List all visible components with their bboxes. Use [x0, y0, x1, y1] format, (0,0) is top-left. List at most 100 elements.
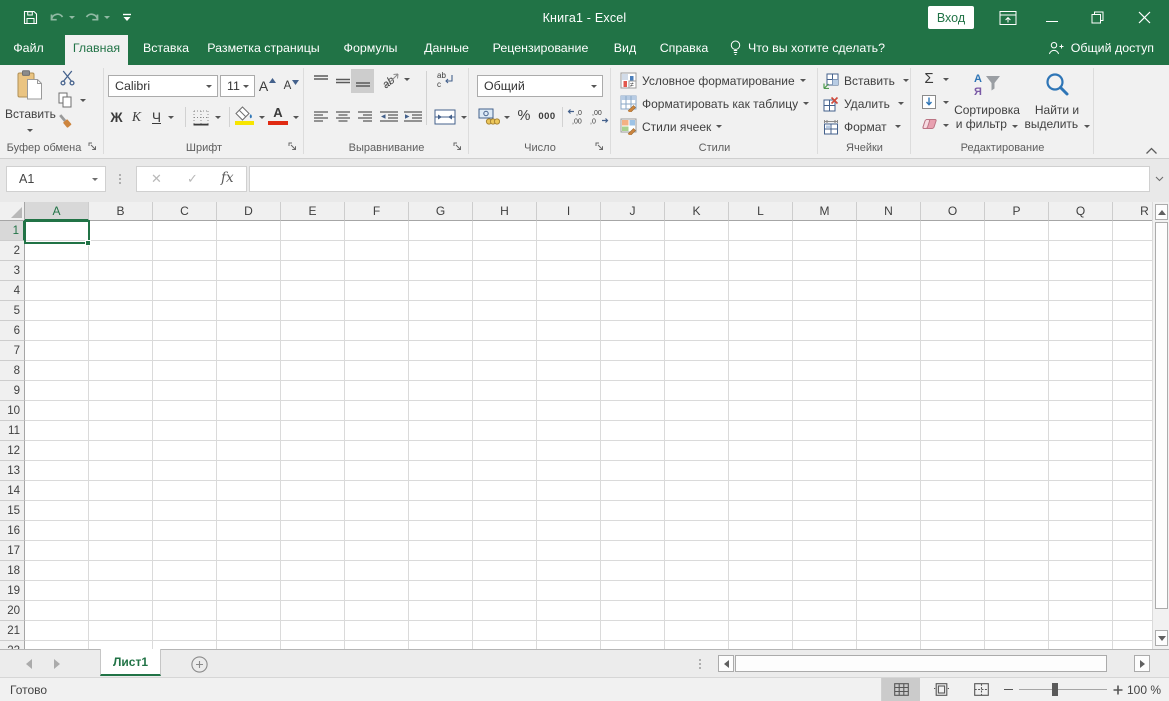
hscroll-left-button[interactable]: [718, 655, 734, 672]
insert-function-button[interactable]: fx: [221, 170, 234, 186]
grow-font-button[interactable]: А: [256, 75, 279, 97]
collapse-ribbon-button[interactable]: [1141, 143, 1161, 159]
align-middle-button[interactable]: [333, 70, 353, 92]
tab-view[interactable]: Вид: [600, 35, 650, 61]
tab-page-layout[interactable]: Разметка страницы: [198, 35, 329, 61]
align-right-button[interactable]: [355, 106, 375, 128]
clear-dropdown[interactable]: [941, 120, 951, 130]
insert-cells-dropdown[interactable]: [903, 79, 909, 82]
row-header-20[interactable]: 20: [0, 601, 25, 621]
borders-dropdown[interactable]: [213, 112, 223, 122]
align-bottom-button[interactable]: [351, 69, 374, 93]
autosum-dropdown[interactable]: [941, 74, 951, 84]
italic-button[interactable]: К: [127, 105, 146, 129]
delete-cells-dropdown[interactable]: [898, 102, 904, 105]
tab-scrollbar-splitter[interactable]: [699, 659, 701, 669]
page-layout-view-button[interactable]: [922, 678, 960, 701]
zoom-out-button[interactable]: [999, 678, 1017, 701]
percent-style-button[interactable]: %: [514, 105, 534, 127]
row-header-19[interactable]: 19: [0, 581, 25, 601]
column-header-N[interactable]: N: [857, 202, 921, 221]
zoom-slider-handle[interactable]: [1052, 683, 1058, 696]
tab-home[interactable]: Главная: [65, 35, 128, 65]
sheet-nav-right-button[interactable]: [54, 659, 60, 669]
row-header-3[interactable]: 3: [0, 261, 25, 281]
orientation-button[interactable]: ab: [378, 68, 402, 92]
ribbon-display-options-button[interactable]: [991, 0, 1025, 35]
alignment-dialog-launcher[interactable]: [453, 141, 465, 153]
row-header-5[interactable]: 5: [0, 301, 25, 321]
orientation-dropdown[interactable]: [402, 74, 412, 84]
number-dialog-launcher[interactable]: [595, 141, 607, 153]
new-sheet-button[interactable]: [190, 655, 208, 673]
clear-button[interactable]: [919, 115, 939, 134]
column-header-E[interactable]: E: [281, 202, 345, 221]
font-color-button[interactable]: А: [268, 104, 288, 121]
name-box-resize-handle[interactable]: [119, 174, 121, 184]
cut-button[interactable]: [57, 69, 77, 87]
column-header-H[interactable]: H: [473, 202, 537, 221]
name-box[interactable]: A1: [6, 166, 106, 192]
row-header-15[interactable]: 15: [0, 501, 25, 521]
row-header-9[interactable]: 9: [0, 381, 25, 401]
format-painter-button[interactable]: [56, 112, 76, 130]
column-header-C[interactable]: C: [153, 202, 217, 221]
zoom-in-button[interactable]: [1109, 678, 1127, 701]
sign-in-button[interactable]: Вход: [928, 6, 974, 29]
row-header-14[interactable]: 14: [0, 481, 25, 501]
delete-cells-button[interactable]: Удалить: [823, 93, 904, 114]
bold-button[interactable]: Ж: [107, 105, 126, 129]
tell-me-box[interactable]: Что вы хотите сделать?: [730, 35, 885, 61]
enter-button[interactable]: ✓: [187, 171, 198, 187]
column-header-G[interactable]: G: [409, 202, 473, 221]
format-as-table-button[interactable]: Форматировать как таблицу: [620, 93, 809, 114]
column-header-M[interactable]: M: [793, 202, 857, 221]
expand-formula-bar-button[interactable]: [1152, 173, 1166, 185]
font-family-combobox[interactable]: Calibri: [108, 75, 218, 97]
column-header-K[interactable]: K: [665, 202, 729, 221]
copy-dropdown[interactable]: [78, 95, 88, 105]
row-header-11[interactable]: 11: [0, 421, 25, 441]
column-header-Q[interactable]: Q: [1049, 202, 1113, 221]
accounting-format-dropdown[interactable]: [502, 112, 512, 122]
align-center-button[interactable]: [333, 106, 353, 128]
cancel-button[interactable]: ✕: [151, 171, 162, 187]
merge-center-button[interactable]: [432, 106, 458, 128]
autosum-button[interactable]: Σ: [919, 69, 939, 88]
vertical-scroll-thumb[interactable]: [1155, 222, 1168, 609]
insert-cells-button[interactable]: Вставить: [823, 70, 909, 91]
column-header-I[interactable]: I: [537, 202, 601, 221]
tab-help[interactable]: Справка: [652, 35, 716, 61]
row-header-7[interactable]: 7: [0, 341, 25, 361]
row-header-21[interactable]: 21: [0, 621, 25, 641]
column-header-P[interactable]: P: [985, 202, 1049, 221]
decrease-decimal-button[interactable]: ,00,0: [588, 105, 610, 127]
wrap-text-button[interactable]: abc: [434, 68, 458, 92]
column-header-D[interactable]: D: [217, 202, 281, 221]
column-header-L[interactable]: L: [729, 202, 793, 221]
number-format-combobox[interactable]: Общий: [477, 75, 603, 97]
row-header-17[interactable]: 17: [0, 541, 25, 561]
underline-button[interactable]: Ч: [147, 105, 166, 129]
clipboard-dialog-launcher[interactable]: [88, 141, 100, 153]
sheet-tab[interactable]: Лист1: [100, 649, 161, 676]
row-header-12[interactable]: 12: [0, 441, 25, 461]
row-header-4[interactable]: 4: [0, 281, 25, 301]
hscroll-right-button[interactable]: [1134, 655, 1150, 672]
horizontal-scroll-thumb[interactable]: [735, 655, 1107, 672]
column-header-J[interactable]: J: [601, 202, 665, 221]
column-header-A[interactable]: A: [25, 202, 89, 221]
align-top-button[interactable]: [311, 70, 331, 92]
sort-filter-button[interactable]: АЯ Сортировка и фильтр: [953, 67, 1021, 137]
vertical-scrollbar[interactable]: [1152, 202, 1169, 649]
row-header-18[interactable]: 18: [0, 561, 25, 581]
row-header-1[interactable]: 1: [0, 221, 25, 241]
format-cells-dropdown[interactable]: [895, 125, 901, 128]
shrink-font-button[interactable]: А: [280, 75, 303, 97]
selected-cell-outline[interactable]: [24, 220, 90, 244]
accounting-format-button[interactable]: [477, 105, 501, 127]
normal-view-button[interactable]: [882, 678, 920, 701]
page-break-view-button[interactable]: [962, 678, 1000, 701]
fill-dropdown[interactable]: [941, 97, 951, 107]
row-header-8[interactable]: 8: [0, 361, 25, 381]
